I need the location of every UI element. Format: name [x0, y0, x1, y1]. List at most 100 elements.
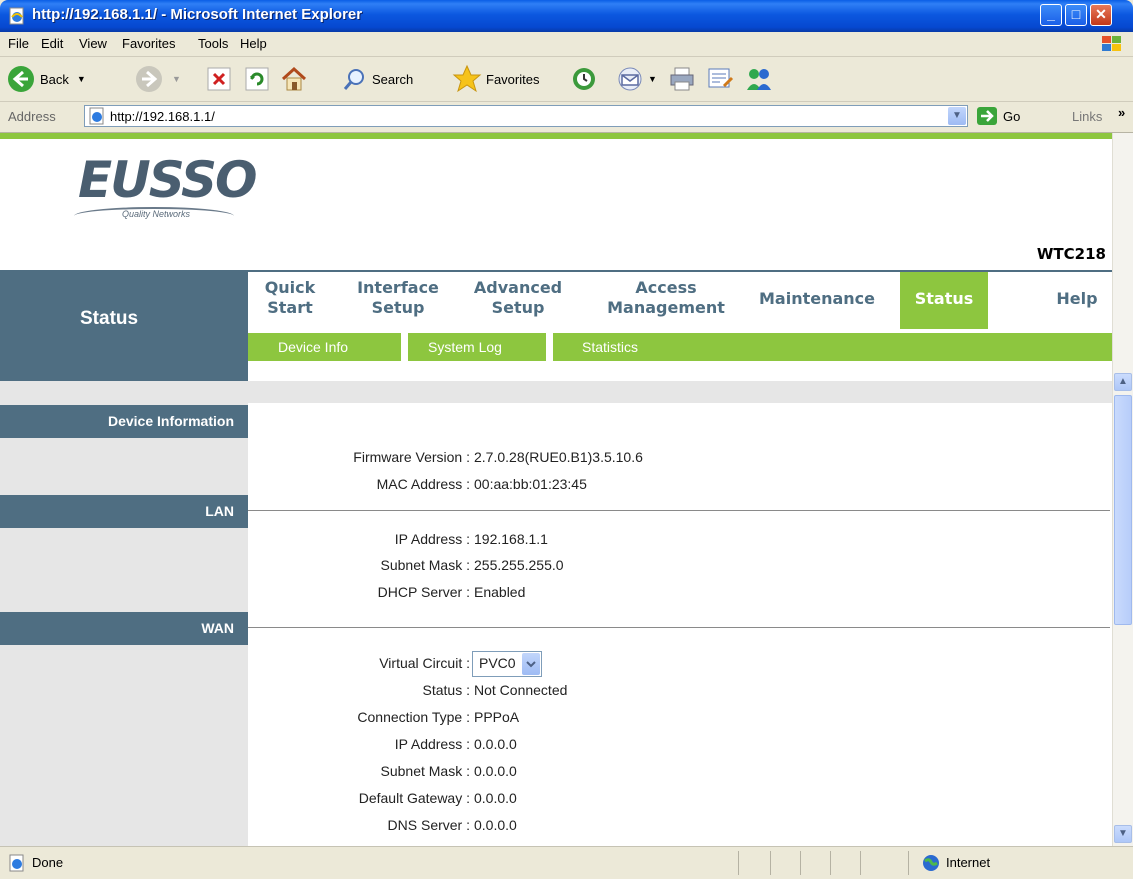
- info-row: Firmware Version : 2.7.0.28(RUE0.B1)3.5.…: [353, 449, 643, 465]
- section-device-information: Device Information: [0, 405, 248, 438]
- edit-button[interactable]: [706, 63, 734, 95]
- go-arrow-icon: [977, 107, 997, 125]
- back-arrow-icon: [8, 66, 34, 92]
- status-divider: [830, 851, 831, 875]
- menu-bar: File Edit View Favorites Tools Help: [0, 32, 1133, 57]
- section-title: Status: [80, 308, 139, 329]
- security-zone: Internet: [946, 855, 991, 870]
- vertical-scrollbar[interactable]: ▲ ▼: [1112, 133, 1133, 846]
- menu-favorites[interactable]: Favorites: [122, 36, 175, 51]
- mail-button[interactable]: ▼: [616, 63, 657, 95]
- chevron-right-icon[interactable]: »: [1118, 105, 1125, 120]
- chevron-down-icon: [522, 653, 540, 675]
- back-button[interactable]: Back ▼: [6, 63, 86, 95]
- section-title-box: Status: [0, 270, 248, 381]
- search-icon: [343, 69, 364, 90]
- sub-navigation: Device Info System Log Statistics: [248, 333, 1112, 361]
- menu-view[interactable]: View: [79, 36, 107, 51]
- forward-button[interactable]: ▼: [134, 63, 181, 95]
- scrollbar-thumb[interactable]: [1114, 395, 1132, 625]
- status-divider: [800, 851, 801, 875]
- info-row: DNS Server : 0.0.0.0: [387, 817, 517, 833]
- menu-help[interactable]: Help: [240, 36, 267, 51]
- stop-button[interactable]: [206, 63, 232, 95]
- scroll-down-icon[interactable]: ▼: [1114, 825, 1132, 843]
- eusso-logo: EUSSO Quality Networks: [74, 151, 257, 219]
- nav-access-management[interactable]: Access Management: [596, 278, 736, 318]
- links-button[interactable]: Links: [1072, 109, 1102, 124]
- section-wan: WAN: [0, 612, 248, 645]
- mail-icon: [618, 67, 642, 91]
- section-divider: [248, 627, 1110, 628]
- virtual-circuit-select[interactable]: PVC0: [472, 651, 542, 677]
- address-input[interactable]: http://192.168.1.1/ ▼: [84, 105, 968, 127]
- home-button[interactable]: [280, 63, 308, 95]
- close-button[interactable]: ✕: [1090, 4, 1112, 26]
- info-row: Subnet Mask : 0.0.0.0: [380, 763, 517, 779]
- favorites-label: Favorites: [486, 71, 540, 87]
- back-label: Back: [40, 71, 69, 87]
- info-row: Status : Not Connected: [422, 682, 568, 698]
- page-content: EUSSO Quality Networks WTC218 Status Qui…: [0, 133, 1112, 846]
- title-bar[interactable]: http://192.168.1.1/ - Microsoft Internet…: [0, 0, 1133, 32]
- address-url: http://192.168.1.1/: [110, 109, 215, 124]
- info-row: DHCP Server : Enabled: [377, 584, 526, 600]
- model-number: WTC218: [1036, 245, 1106, 263]
- scroll-up-icon[interactable]: ▲: [1114, 373, 1132, 391]
- info-row: Subnet Mask : 255.255.255.0: [380, 557, 564, 573]
- subnav-statistics[interactable]: Statistics: [582, 339, 638, 355]
- brand-name: EUSSO: [78, 151, 257, 209]
- go-label: Go: [1003, 108, 1021, 124]
- status-bar: Done Internet: [0, 846, 1133, 879]
- print-icon: [670, 67, 694, 91]
- nav-quick-start[interactable]: Quick Start: [262, 278, 318, 318]
- print-button[interactable]: [668, 63, 696, 95]
- forward-dropdown-icon[interactable]: ▼: [172, 74, 181, 84]
- messenger-button[interactable]: [744, 63, 774, 95]
- home-icon: [281, 66, 307, 91]
- status-divider: [770, 851, 771, 875]
- menu-edit[interactable]: Edit: [41, 36, 63, 51]
- subnav-device-info[interactable]: Device Info: [278, 339, 348, 355]
- menu-file[interactable]: File: [8, 36, 29, 51]
- ie-page-icon: [89, 107, 104, 125]
- subnav-divider: [401, 333, 408, 361]
- history-button[interactable]: [570, 63, 598, 95]
- toolbar: Back ▼ ▼ Search Favorites ▼: [0, 57, 1133, 102]
- address-dropdown-icon[interactable]: ▼: [948, 107, 966, 125]
- mail-dropdown-icon[interactable]: ▼: [648, 74, 657, 84]
- ie-page-icon: [9, 854, 24, 872]
- history-icon: [573, 68, 595, 90]
- refresh-button[interactable]: [244, 63, 270, 95]
- subnav-system-log[interactable]: System Log: [428, 339, 502, 355]
- menu-tools[interactable]: Tools: [198, 36, 228, 51]
- nav-advanced-setup[interactable]: Advanced Setup: [468, 278, 568, 318]
- subnav-divider: [546, 333, 553, 361]
- nav-maintenance[interactable]: Maintenance: [752, 289, 882, 309]
- brand-tagline: Quality Networks: [122, 209, 191, 219]
- ie-page-icon: [9, 7, 24, 25]
- status-text: Done: [32, 855, 64, 870]
- content-top-band: [0, 381, 1112, 403]
- windows-logo-icon: [1102, 36, 1121, 51]
- forward-arrow-icon: [136, 66, 162, 92]
- search-button[interactable]: Search: [342, 63, 413, 95]
- section-lan: LAN: [0, 495, 248, 528]
- nav-interface-setup[interactable]: Interface Setup: [350, 278, 446, 318]
- status-divider: [738, 851, 739, 875]
- refresh-icon: [245, 67, 269, 91]
- favorites-button[interactable]: Favorites: [452, 63, 539, 95]
- virtual-circuit-row: Virtual Circuit : PVC0: [248, 651, 1108, 677]
- minimize-button[interactable]: _: [1040, 4, 1062, 26]
- top-accent-bar: [0, 133, 1112, 139]
- edit-page-icon: [708, 68, 734, 88]
- section-divider: [248, 510, 1110, 511]
- address-label: Address: [8, 109, 56, 124]
- go-button[interactable]: Go: [976, 106, 1020, 126]
- nav-status[interactable]: Status: [900, 272, 988, 329]
- nav-help[interactable]: Help: [1050, 289, 1104, 309]
- back-dropdown-icon[interactable]: ▼: [77, 74, 86, 84]
- address-bar: Address http://192.168.1.1/ ▼ Go Links »: [0, 102, 1133, 133]
- status-divider: [860, 851, 861, 875]
- maximize-button[interactable]: □: [1065, 4, 1087, 26]
